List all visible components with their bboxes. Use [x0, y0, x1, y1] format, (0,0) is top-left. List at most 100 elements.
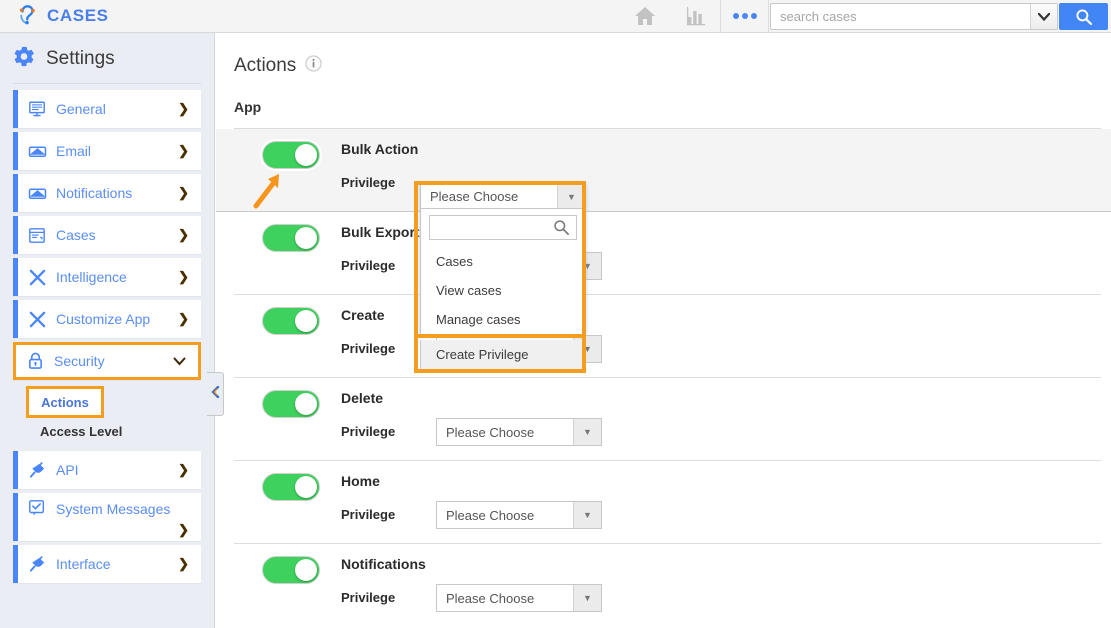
sidebar-item-label: API [56, 462, 79, 478]
page-title: Actions [234, 55, 297, 76]
toggle-home[interactable] [262, 473, 320, 501]
search-button[interactable] [1059, 3, 1108, 30]
plug-icon [22, 461, 52, 479]
home-icon[interactable] [620, 0, 669, 33]
toggle-bulk-action[interactable] [262, 141, 320, 169]
dropdown-option-view-cases[interactable]: View cases [421, 276, 585, 305]
dropdown-value: Please Choose [430, 189, 519, 204]
sidebar-item-notifications[interactable]: Notifications ❯ [13, 174, 201, 212]
sidebar-item-label: Interface [56, 556, 111, 572]
sidebar-item-api[interactable]: API ❯ [13, 451, 201, 489]
sidebar-item-general[interactable]: General ❯ [13, 90, 201, 128]
toggle-bulk-export[interactable] [262, 224, 320, 252]
toggle-knob [295, 310, 317, 332]
page-header: Actions [216, 33, 1111, 77]
lock-icon [20, 352, 50, 370]
sidebar-item-label: System Messages [56, 501, 171, 517]
sidebar-item-label: Customize App [56, 311, 151, 327]
privilege-select-home[interactable]: Please Choose ▼ [436, 501, 602, 529]
tools-icon [22, 310, 52, 329]
row-title: Bulk Action [341, 141, 419, 157]
plug-icon [22, 555, 52, 573]
app-header: CASES [0, 0, 1111, 33]
sidebar-subitem-actions[interactable]: Actions [26, 386, 104, 418]
caret-down-icon[interactable]: ▼ [573, 419, 601, 445]
sidebar-item-label: Intelligence [56, 269, 127, 285]
row-title: Home [341, 473, 380, 489]
toggle-knob [295, 476, 317, 498]
privilege-select-notifications[interactable]: Please Choose ▼ [436, 584, 602, 612]
sidebar-item-system-messages[interactable]: System Messages ❯ [13, 493, 201, 541]
caret-down-icon[interactable]: ▼ [573, 585, 601, 611]
checkbox-icon [22, 499, 52, 517]
privilege-label: Privilege [341, 258, 396, 273]
gear-icon [13, 45, 36, 73]
toggle-delete[interactable] [262, 390, 320, 418]
search-box[interactable] [770, 3, 1058, 30]
privilege-select-delete[interactable]: Please Choose ▼ [436, 418, 602, 446]
question-mark-logo-icon [14, 3, 40, 29]
select-value: Please Choose [446, 590, 535, 606]
envelope-icon [22, 143, 52, 159]
sidebar-header: Settings [0, 33, 214, 83]
table-row: Bulk Action Privilege [216, 129, 1111, 212]
chevron-down-icon[interactable] [1030, 4, 1057, 29]
caret-down-icon[interactable]: ▼ [557, 185, 585, 208]
sidebar-item-label: Notifications [56, 185, 133, 201]
sidebar-item-email[interactable]: Email ❯ [13, 132, 201, 170]
window-icon [22, 227, 52, 244]
chevron-right-icon: ❯ [178, 556, 189, 571]
dropdown-highlight-divider [414, 334, 586, 338]
sidebar-item-customize-app[interactable]: Customize App ❯ [13, 300, 201, 338]
sidebar-title: Settings [46, 48, 115, 69]
envelope-icon [22, 185, 52, 201]
sidebar-item-label: General [56, 101, 106, 117]
privilege-label: Privilege [341, 507, 396, 522]
privilege-dropdown-bulk-action[interactable]: Please Choose ▼ Cases View cases Manage … [420, 184, 586, 335]
caret-down-icon[interactable]: ▼ [573, 502, 601, 528]
sidebar-item-cases[interactable]: Cases ❯ [13, 216, 201, 254]
sidebar-item-label: Cases [56, 227, 96, 243]
row-title: Bulk Export [341, 224, 420, 240]
toggle-knob [295, 227, 317, 249]
chevron-down-icon [173, 354, 186, 369]
privilege-label: Privilege [341, 590, 396, 605]
toggle-knob [295, 559, 317, 581]
sidebar-subitem-access-level[interactable]: Access Level [40, 424, 214, 439]
dropdown-option-manage-cases[interactable]: Manage cases [421, 305, 585, 334]
info-icon[interactable] [305, 55, 322, 77]
table-row: Delete Privilege Please Choose ▼ [234, 378, 1101, 461]
search-icon [553, 219, 570, 241]
settings-sidebar: Settings General ❯ Email ❯ Notifications… [0, 33, 215, 628]
chevron-right-icon: ❯ [178, 101, 189, 116]
sidebar-subitem-label: Access Level [40, 424, 123, 439]
chevron-right-icon: ❯ [178, 143, 189, 158]
privilege-label: Privilege [341, 424, 396, 439]
sidebar-item-interface[interactable]: Interface ❯ [13, 545, 201, 583]
bar-chart-icon[interactable] [672, 0, 721, 33]
row-title: Create [341, 307, 385, 323]
chevron-right-icon: ❯ [178, 522, 189, 537]
dropdown-option-create-privilege[interactable]: Create Privilege [420, 340, 586, 370]
monitor-icon [22, 100, 52, 118]
toggle-knob [295, 393, 317, 415]
tools-icon [22, 268, 52, 287]
dropdown-control[interactable]: Please Choose ▼ [420, 184, 586, 209]
dropdown-option-cases[interactable]: Cases [421, 247, 585, 276]
row-title: Notifications [341, 556, 426, 572]
chevron-right-icon: ❯ [178, 185, 189, 200]
chevron-right-icon: ❯ [178, 311, 189, 326]
sidebar-collapse-toggle[interactable] [207, 372, 224, 416]
search-input[interactable] [771, 4, 1030, 29]
toggle-notifications[interactable] [262, 556, 320, 584]
sidebar-item-label: Email [56, 143, 92, 159]
table-row: Home Privilege Please Choose ▼ [234, 461, 1101, 544]
sidebar-item-intelligence[interactable]: Intelligence ❯ [13, 258, 201, 296]
brand-title: CASES [47, 6, 109, 25]
brand: CASES [0, 3, 600, 29]
chevron-left-icon [210, 385, 220, 403]
sidebar-item-security[interactable]: Security [13, 342, 201, 380]
ellipsis-icon[interactable] [720, 0, 769, 33]
sidebar-item-label: Security [54, 353, 105, 369]
toggle-create[interactable] [262, 307, 320, 335]
